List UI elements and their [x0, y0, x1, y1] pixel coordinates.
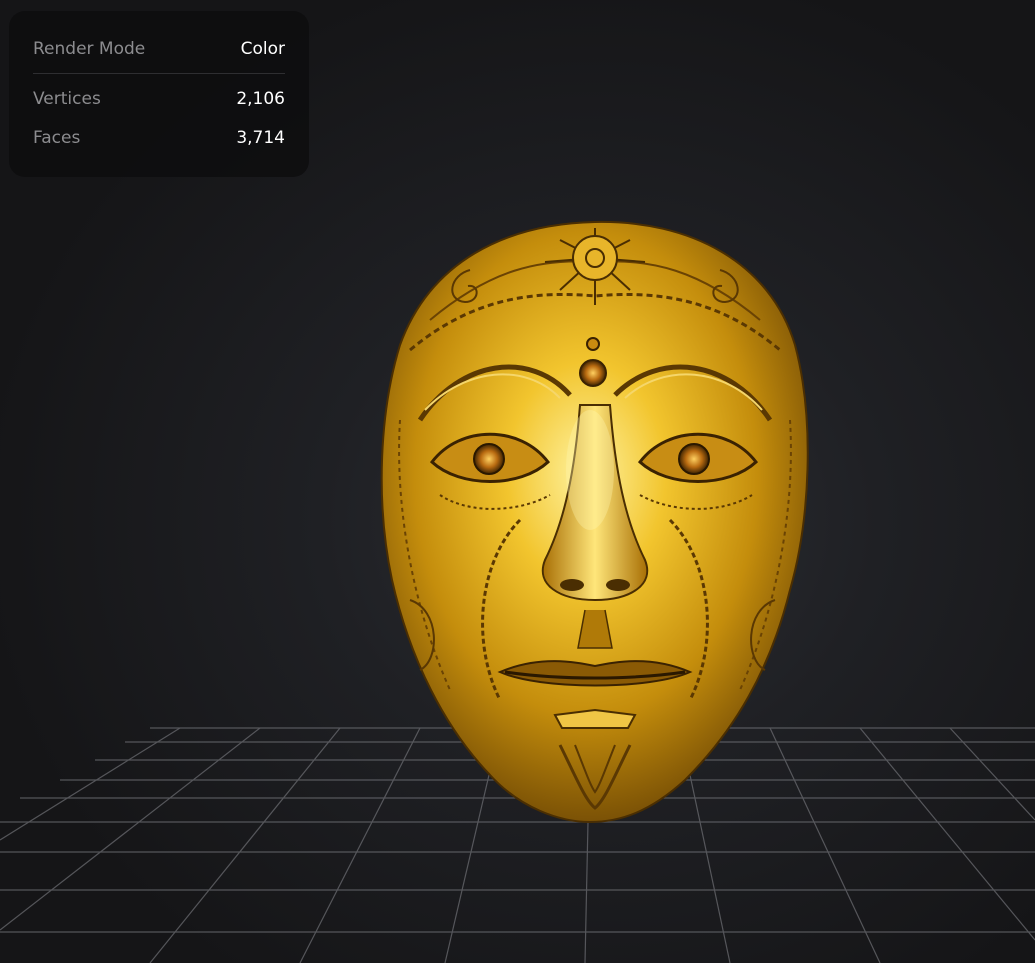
vertices-label: Vertices: [33, 89, 101, 109]
vertices-value: 2,106: [236, 89, 285, 109]
golden-mask-model[interactable]: [380, 220, 809, 824]
faces-label: Faces: [33, 128, 81, 148]
render-mode-label: Render Mode: [33, 39, 146, 59]
mesh-info-panel: Render Mode Color Vertices 2,106 Faces 3…: [9, 11, 309, 177]
panel-divider: [33, 73, 285, 74]
render-mode-value[interactable]: Color: [241, 39, 285, 59]
faces-value: 3,714: [236, 128, 285, 148]
vertices-row: Vertices 2,106: [33, 86, 285, 112]
render-mode-row[interactable]: Render Mode Color: [33, 30, 285, 68]
faces-row: Faces 3,714: [33, 125, 285, 151]
